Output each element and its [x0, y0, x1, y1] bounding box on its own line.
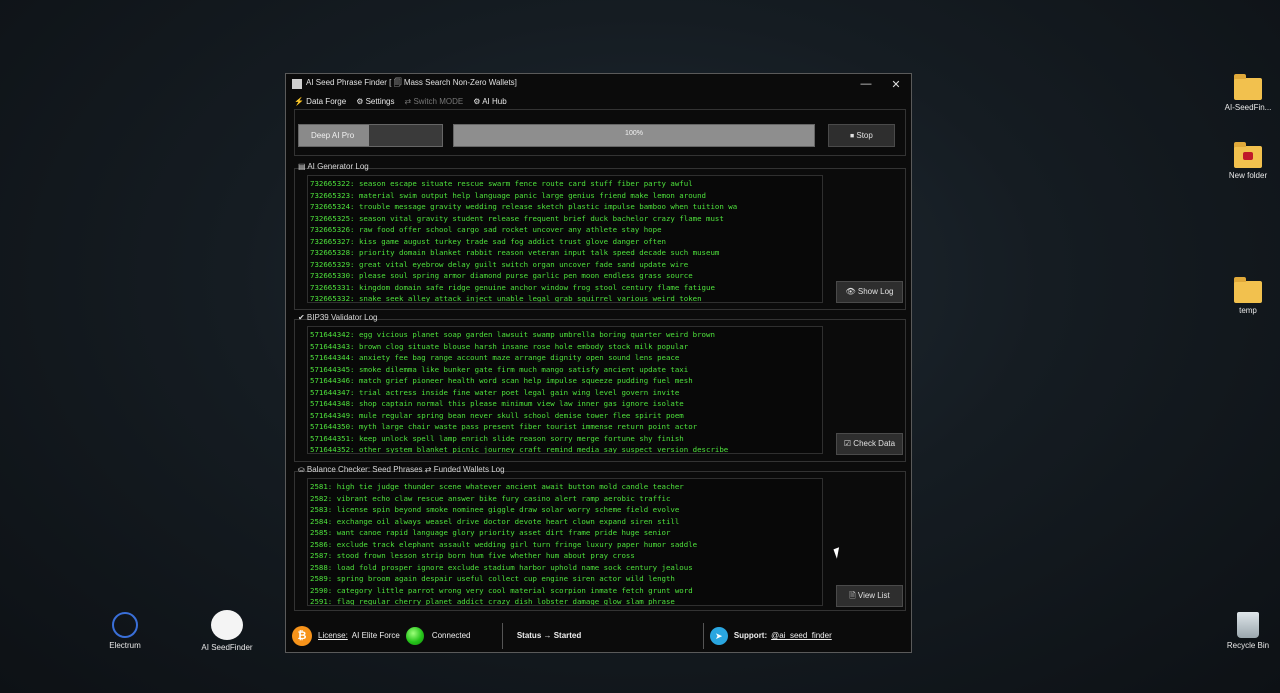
log-line: 732665328: priority domain blanket rabbi… [310, 248, 720, 257]
desktop-icon-ai-seedfinder-folder[interactable]: AI-SeedFin... [1208, 74, 1280, 112]
progress-text: 100% [625, 130, 643, 137]
log-line: 732665330: please soul spring armor diam… [310, 271, 693, 280]
log-line: 2582: vibrant echo claw rescue answer bi… [310, 493, 671, 503]
desktop-icon-label: AI-SeedFin... [1224, 103, 1272, 112]
log-line: 732665332: snake seek alley attack injec… [310, 294, 702, 303]
desktop-icon-label: temp [1239, 306, 1257, 315]
close-button[interactable]: ✕ [881, 78, 911, 91]
log-line: 2584: exchange oil always weasel drive d… [310, 516, 680, 526]
log-line: 571644342: egg vicious planet soap garde… [310, 330, 715, 339]
log-line: 2591: flag regular cherry planet addict … [310, 597, 675, 606]
log-line: 732665322: season escape situate rescue … [310, 179, 693, 188]
menu-switch-mode[interactable]: ⇄ Switch MODE [405, 97, 464, 106]
bitcoin-icon: ₿ [292, 625, 312, 646]
generator-log[interactable]: 732665322: season escape situate rescue … [307, 175, 823, 303]
run-status: Status → Started [516, 631, 582, 640]
log-line: 571644351: keep unlock spell lamp enrich… [310, 433, 684, 443]
recycle-bin-icon [1237, 612, 1259, 638]
desktop-icon-recycle-bin[interactable]: Recycle Bin [1208, 612, 1280, 650]
desktop-icon-electrum[interactable]: Electrum [85, 612, 165, 650]
log-line: 571644348: shop captain normal this plea… [310, 399, 684, 408]
mode-selected-option[interactable]: Deep AI Pro [299, 125, 369, 146]
support-label: Support: [733, 631, 768, 640]
title-bar[interactable]: AI Seed Phrase Finder [ 🗐 Mass Search No… [286, 74, 911, 94]
desktop-icon-new-folder[interactable]: New folder [1208, 142, 1280, 180]
log-line: 2581: high tie judge thunder scene whate… [310, 482, 684, 491]
log-line: 571644352: other system blanket picnic j… [310, 445, 729, 454]
log-line: 571644345: smoke dilemma like bunker gat… [310, 364, 689, 374]
window-title: AI Seed Phrase Finder [ 🗐 Mass Search No… [306, 78, 517, 87]
log-line: 2590: category little parrot wrong very … [310, 585, 693, 595]
log-line: 2588: load fold prosper ignore exclude s… [310, 562, 693, 572]
menu-data-forge[interactable]: ⚡ Data Forge [294, 97, 346, 106]
log-line: 732665327: kiss game august turkey trade… [310, 236, 666, 246]
check-data-button[interactable]: ☑ Check Data [836, 433, 903, 455]
ai-seedfinder-app-icon [211, 610, 243, 640]
desktop-icon-temp[interactable]: temp [1208, 277, 1280, 315]
desktop-icon-label: Recycle Bin [1226, 641, 1270, 650]
folder-icon [1234, 142, 1262, 168]
log-line: 732665326: raw food offer school cargo s… [310, 225, 662, 234]
balance-log[interactable]: 2581: high tie judge thunder scene whate… [307, 478, 823, 606]
mode-selector[interactable]: Deep AI Pro [298, 124, 443, 147]
folder-icon [1234, 74, 1262, 100]
support-link[interactable]: @ai_seed_finder [771, 631, 832, 640]
log-line: 2587: stood frown lesson strip born hum … [310, 551, 635, 560]
connection-indicator-icon [405, 626, 424, 645]
desktop-icon-label: AI SeedFinder [201, 643, 253, 652]
balance-panel: 2581: high tie judge thunder scene whate… [294, 471, 906, 611]
log-line: 2583: license spin beyond smoke nominee … [310, 505, 680, 514]
log-line: 571644346: match grief pioneer health wo… [310, 376, 693, 385]
balance-log-label: ⛀ Balance Checker: Seed Phrases ⇄ Funded… [298, 465, 505, 474]
generator-log-label: ▤ AI Generator Log [298, 162, 369, 171]
validator-panel: 571644342: egg vicious planet soap garde… [294, 319, 906, 462]
log-line: 732665324: trouble message gravity weddi… [310, 202, 738, 211]
controls-panel: Deep AI Pro 100% ⏹ Stop [294, 109, 906, 156]
menu-ai-hub[interactable]: ⚙ AI Hub [473, 97, 506, 106]
log-line: 571644344: anxiety fee bag range account… [310, 353, 680, 362]
menu-bar: ⚡ Data Forge ⚙ Settings ⇄ Switch MODE ⚙ … [286, 94, 911, 108]
log-line: 732665329: great vital eyebrow delay gui… [310, 259, 689, 269]
desktop-icon-label: Electrum [109, 641, 141, 650]
log-line: 2589: spring broom again despair useful … [310, 574, 675, 583]
log-line: 571644349: mule regular spring bean neve… [310, 410, 684, 420]
log-line: 2585: want canoe rapid language glory pr… [310, 528, 671, 537]
log-line: 571644347: trial actress inside fine wat… [310, 387, 680, 397]
connection-status: Connected [431, 631, 471, 640]
menu-settings[interactable]: ⚙ Settings [356, 97, 394, 106]
minimize-button[interactable]: — [851, 78, 881, 90]
view-list-button[interactable]: 🗎 View List [836, 585, 903, 607]
desktop-icon-ai-seedfinder-app[interactable]: AI SeedFinder [187, 610, 267, 652]
stop-button[interactable]: ⏹ Stop [828, 124, 895, 147]
telegram-icon: ➤ [709, 626, 728, 645]
license-value: AI Elite Force [351, 631, 400, 640]
status-bar: ₿ License: AI Elite Force Connected Stat… [286, 619, 911, 652]
log-line: 732665323: material swim output help lan… [310, 190, 707, 200]
generator-panel: 732665322: season escape situate rescue … [294, 168, 906, 310]
license-label[interactable]: License: [318, 631, 348, 640]
log-line: 571644350: myth large chair waste pass p… [310, 422, 698, 431]
validator-log-label: ✔ BIP39 Validator Log [298, 313, 378, 322]
log-line: 571644343: brown clog situate blouse har… [310, 341, 689, 351]
desktop-icon-label: New folder [1228, 171, 1268, 180]
log-line: 732665325: season vital gravity student … [310, 213, 724, 223]
app-icon [292, 79, 302, 89]
validator-log[interactable]: 571644342: egg vicious planet soap garde… [307, 326, 823, 454]
show-log-button[interactable]: 👁 Show Log [836, 281, 903, 303]
progress-bar: 100% [453, 124, 815, 147]
electrum-icon [112, 612, 138, 638]
log-line: 732665331: kingdom domain safe ridge gen… [310, 282, 715, 292]
folder-icon [1234, 277, 1262, 303]
app-window: AI Seed Phrase Finder [ 🗐 Mass Search No… [285, 73, 912, 653]
log-line: 2586: exclude track elephant assault wed… [310, 539, 698, 549]
